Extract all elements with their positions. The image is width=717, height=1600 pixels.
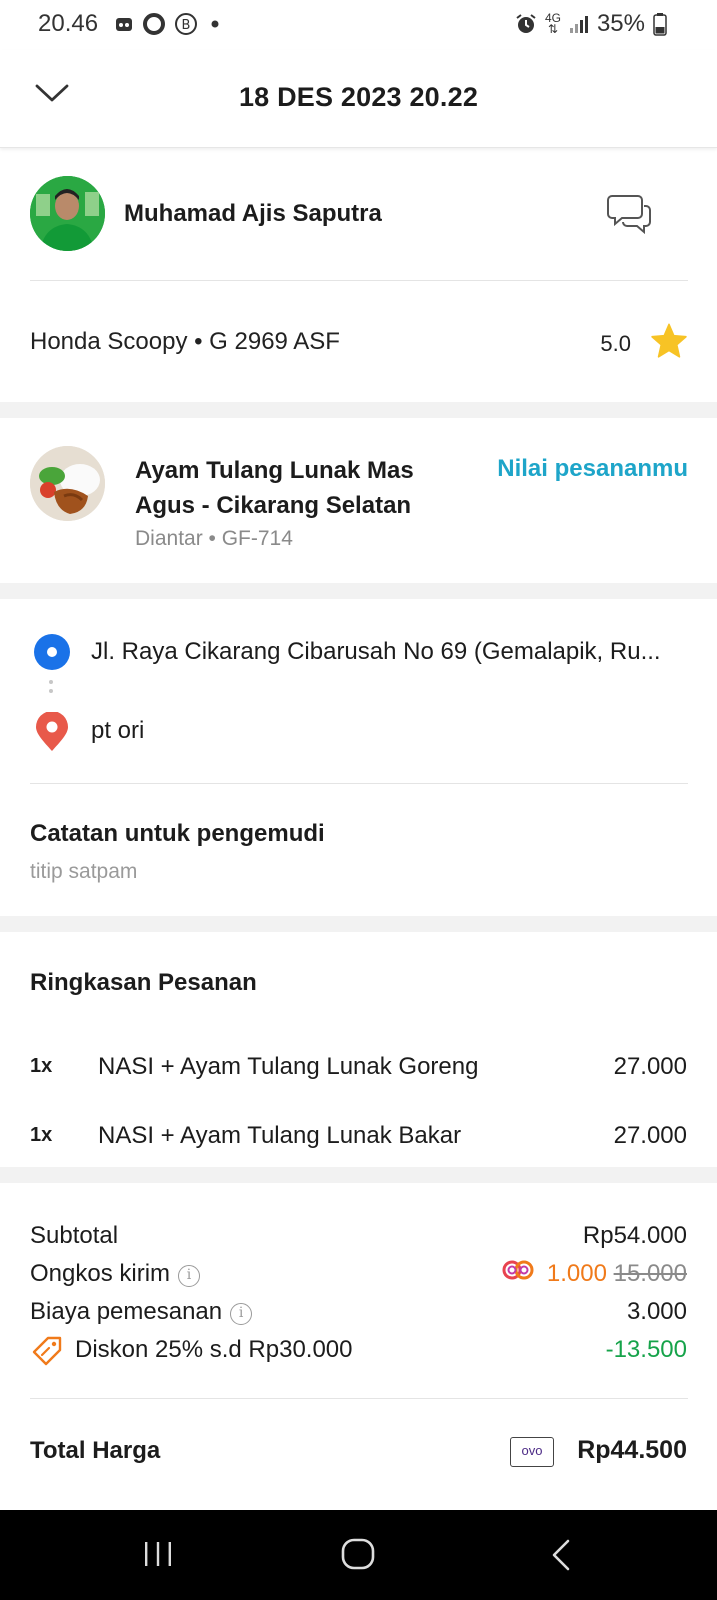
battery-percent: 35% (596, 10, 645, 37)
discount-tag-icon (32, 1336, 62, 1366)
restaurant-subtitle: Diantar • GF-714 (135, 527, 293, 550)
total-value: Rp44.500 (577, 1436, 687, 1464)
status-time: 20.46 (38, 10, 99, 37)
booking-fee-value: 3.000 (626, 1298, 687, 1325)
rate-order-link[interactable]: Nilai pesananmu (497, 455, 688, 483)
item-price: 27.000 (613, 1122, 687, 1149)
delivery-fee-original: 15.000 (613, 1260, 687, 1287)
restaurant-image (30, 446, 105, 521)
circle-icon (143, 13, 165, 35)
header: 18 DES 2023 20.22 (0, 50, 717, 148)
delivery-fee-row: Ongkos kirim i (30, 1260, 201, 1288)
info-icon[interactable]: i (230, 1303, 253, 1325)
svg-text:B: B (182, 18, 191, 33)
delivery-fee-value: 1.000 15.000 (547, 1260, 687, 1288)
item-name: NASI + Ayam Tulang Lunak Goreng (98, 1053, 479, 1080)
item-price: 27.000 (613, 1053, 687, 1080)
status-right-icons: 4G ⇅ 35% (515, 10, 667, 38)
divider (30, 280, 688, 281)
booking-fee-row: Biaya pemesanan i (30, 1298, 253, 1326)
route-line (49, 680, 53, 700)
discount-label: Diskon 25% s.d Rp30.000 (75, 1336, 353, 1363)
promo-rings-icon (502, 1260, 534, 1280)
battery-icon (653, 13, 667, 36)
home-icon[interactable] (340, 1537, 376, 1571)
dot-icon (211, 20, 219, 28)
driver-name: Muhamad Ajis Saputra (124, 200, 382, 227)
item-qty: 1x (30, 1055, 53, 1077)
section-divider (0, 1167, 717, 1183)
delivery-fee-discounted: 1.000 (546, 1260, 607, 1287)
restaurant-name: Ayam Tulang Lunak Mas Agus - Cikarang Se… (135, 457, 414, 519)
section-divider (0, 916, 717, 932)
subtotal-label: Subtotal (30, 1222, 119, 1249)
info-icon[interactable]: i (178, 1265, 201, 1287)
recent-apps-icon[interactable] (143, 1540, 173, 1568)
network-label: 4G ⇅ (544, 11, 561, 36)
network-arrows-icon: ⇅ (547, 22, 558, 36)
discount-value: -13.500 (605, 1336, 687, 1363)
notification-icon (116, 18, 132, 31)
total-label: Total Harga (30, 1437, 161, 1464)
alarm-icon (516, 14, 536, 33)
driver-note-text: titip satpam (30, 860, 138, 883)
ovo-payment-badge: ovo (510, 1437, 554, 1467)
item-qty: 1x (30, 1124, 53, 1146)
signal-icon (569, 16, 588, 33)
subtotal-value: Rp54.000 (582, 1222, 687, 1249)
driver-avatar (30, 176, 105, 251)
section-divider (0, 402, 717, 418)
star-icon (651, 323, 687, 358)
delivery-fee-label: Ongkos kirim (30, 1260, 171, 1287)
origin-dot-icon (34, 634, 70, 670)
system-nav-bar (0, 1510, 717, 1600)
origin-address: Jl. Raya Cikarang Cibarusah No 69 (Gemal… (91, 638, 661, 665)
back-icon[interactable] (550, 1538, 572, 1572)
vehicle-info: Honda Scoopy • G 2969 ASF (30, 328, 340, 355)
driver-rating: 5.0 (600, 331, 631, 356)
divider (30, 783, 688, 784)
item-name: NASI + Ayam Tulang Lunak Bakar (98, 1122, 462, 1149)
driver-note-title: Catatan untuk pengemudi (30, 820, 325, 847)
b-icon: B (175, 13, 197, 35)
destination-pin-icon (36, 712, 68, 751)
status-left-icons: B (114, 12, 224, 36)
order-summary-title: Ringkasan Pesanan (30, 969, 257, 996)
booking-fee-label: Biaya pemesanan (30, 1298, 223, 1325)
destination-address: pt ori (91, 717, 145, 744)
page-title: 18 DES 2023 20.22 (238, 82, 479, 112)
section-divider (0, 583, 717, 599)
status-bar: 20.46 B 4G ⇅ 35% (0, 0, 717, 50)
divider (30, 1398, 688, 1399)
chat-bubbles-icon[interactable] (606, 190, 652, 236)
